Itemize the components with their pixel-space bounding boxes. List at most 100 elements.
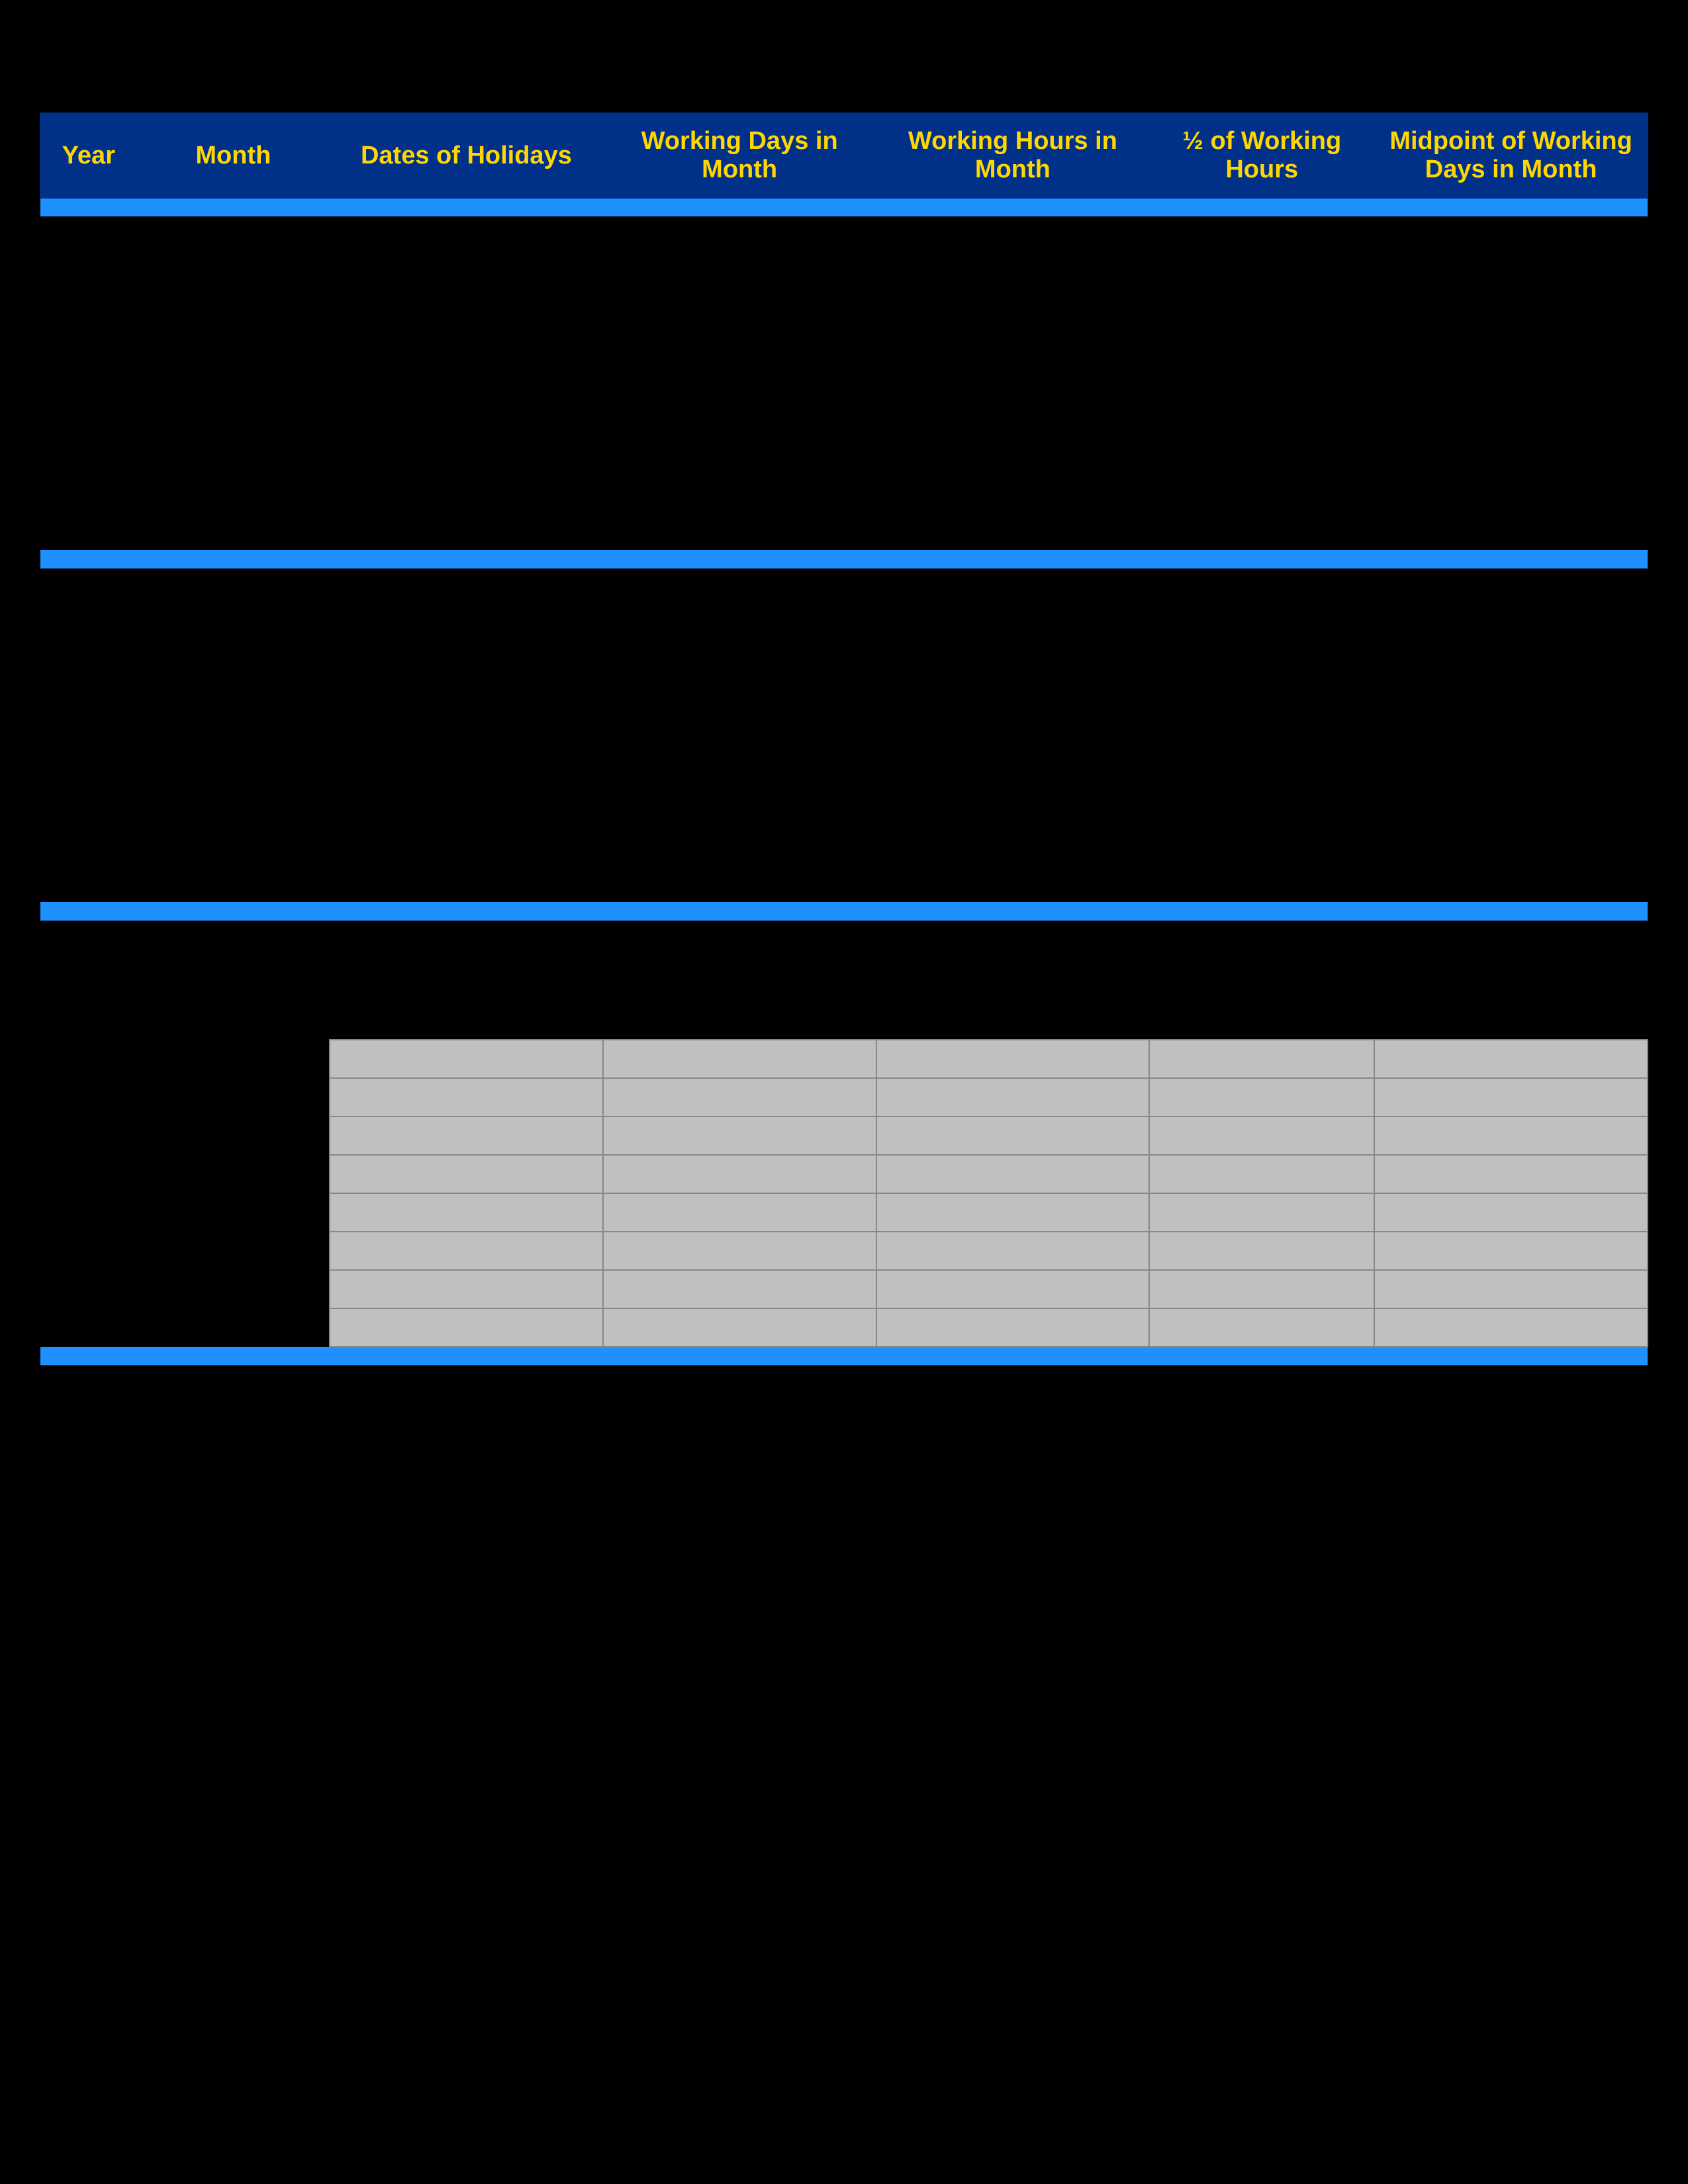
- cell-midpoint: [1374, 216, 1648, 264]
- cell-working-hours: [876, 854, 1150, 902]
- table-row: [40, 502, 1648, 550]
- cell-year: [40, 407, 137, 455]
- cell-half-hours: [1149, 455, 1374, 502]
- spacer-cell: [40, 960, 1648, 1000]
- cell-month: [137, 407, 330, 455]
- gray-cell-dates: [330, 1270, 603, 1308]
- cell-half-hours: [1149, 216, 1374, 264]
- cell-working-days: [603, 711, 876, 759]
- cell-working-hours: [876, 711, 1150, 759]
- cell-year: [40, 312, 137, 359]
- gray-cell-dates: [330, 1116, 603, 1155]
- gray-spacer-2: [137, 1040, 330, 1078]
- gray-cell-working-days: [603, 1270, 876, 1308]
- cell-working-hours: [876, 569, 1150, 616]
- cell-month: [137, 264, 330, 312]
- gray-table-row: [40, 1155, 1648, 1193]
- table-row: [40, 407, 1648, 455]
- gray-cell-half-hours: [1149, 1270, 1374, 1308]
- table-row: [40, 664, 1648, 711]
- cell-half-hours: [1149, 264, 1374, 312]
- gray-table-row: [40, 1040, 1648, 1078]
- cell-year: [40, 711, 137, 759]
- col-header-dates: Dates of Holidays: [330, 113, 603, 198]
- cell-midpoint: [1374, 502, 1648, 550]
- gray-spacer-1: [40, 1270, 137, 1308]
- spacer-row: [40, 921, 1648, 960]
- cell-month: [137, 569, 330, 616]
- col-header-month: Month: [137, 113, 330, 198]
- cell-half-hours: [1149, 664, 1374, 711]
- gray-spacer-2: [137, 1155, 330, 1193]
- gray-spacer-1: [40, 1078, 137, 1116]
- gray-cell-midpoint: [1374, 1308, 1648, 1347]
- cell-half-hours: [1149, 359, 1374, 407]
- cell-year: [40, 359, 137, 407]
- table-row: [40, 455, 1648, 502]
- table-row: [40, 359, 1648, 407]
- cell-dates: [330, 407, 603, 455]
- cell-working-days: [603, 854, 876, 902]
- cell-working-hours: [876, 216, 1150, 264]
- cell-year: [40, 854, 137, 902]
- gray-spacer-1: [40, 1040, 137, 1078]
- cell-midpoint: [1374, 807, 1648, 854]
- gray-cell-working-hours: [876, 1308, 1150, 1347]
- cell-month: [137, 312, 330, 359]
- gray-cell-working-hours: [876, 1116, 1150, 1155]
- cell-month: [137, 807, 330, 854]
- gray-cell-midpoint: [1374, 1040, 1648, 1078]
- cell-dates: [330, 216, 603, 264]
- cell-working-hours: [876, 359, 1150, 407]
- cell-half-hours: [1149, 759, 1374, 807]
- gray-table-row: [40, 1232, 1648, 1270]
- col-header-working-days: Working Days in Month: [603, 113, 876, 198]
- cell-year: [40, 664, 137, 711]
- table-row: [40, 264, 1648, 312]
- cell-dates: [330, 759, 603, 807]
- cell-midpoint: [1374, 264, 1648, 312]
- cell-month: [137, 616, 330, 664]
- spacer-cell: [40, 1000, 1648, 1040]
- gray-spacer-2: [137, 1193, 330, 1232]
- col-header-year: Year: [40, 113, 137, 198]
- col-header-working-hours: Working Hours in Month: [876, 113, 1150, 198]
- cell-working-hours: [876, 664, 1150, 711]
- gray-cell-midpoint: [1374, 1116, 1648, 1155]
- gray-cell-midpoint: [1374, 1078, 1648, 1116]
- cell-month: [137, 216, 330, 264]
- blue-divider-cell-2: [40, 550, 1648, 569]
- cell-midpoint: [1374, 455, 1648, 502]
- cell-working-days: [603, 664, 876, 711]
- cell-dates: [330, 502, 603, 550]
- gray-spacer-2: [137, 1308, 330, 1347]
- cell-half-hours: [1149, 711, 1374, 759]
- cell-half-hours: [1149, 854, 1374, 902]
- gray-cell-working-days: [603, 1155, 876, 1193]
- cell-working-hours: [876, 264, 1150, 312]
- cell-dates: [330, 264, 603, 312]
- cell-dates: [330, 455, 603, 502]
- cell-half-hours: [1149, 807, 1374, 854]
- main-table: Year Month Dates of Holidays Working Day…: [40, 113, 1648, 1365]
- cell-dates: [330, 359, 603, 407]
- table-row: [40, 711, 1648, 759]
- gray-cell-dates: [330, 1193, 603, 1232]
- cell-half-hours: [1149, 502, 1374, 550]
- gray-cell-working-hours: [876, 1155, 1150, 1193]
- cell-working-hours: [876, 455, 1150, 502]
- gray-cell-dates: [330, 1232, 603, 1270]
- cell-month: [137, 455, 330, 502]
- cell-midpoint: [1374, 407, 1648, 455]
- cell-working-hours: [876, 759, 1150, 807]
- cell-year: [40, 759, 137, 807]
- cell-working-days: [603, 455, 876, 502]
- spacer-cell: [40, 921, 1648, 960]
- cell-dates: [330, 807, 603, 854]
- gray-cell-dates: [330, 1078, 603, 1116]
- cell-year: [40, 569, 137, 616]
- cell-working-days: [603, 759, 876, 807]
- cell-working-days: [603, 407, 876, 455]
- gray-cell-working-hours: [876, 1270, 1150, 1308]
- cell-working-days: [603, 502, 876, 550]
